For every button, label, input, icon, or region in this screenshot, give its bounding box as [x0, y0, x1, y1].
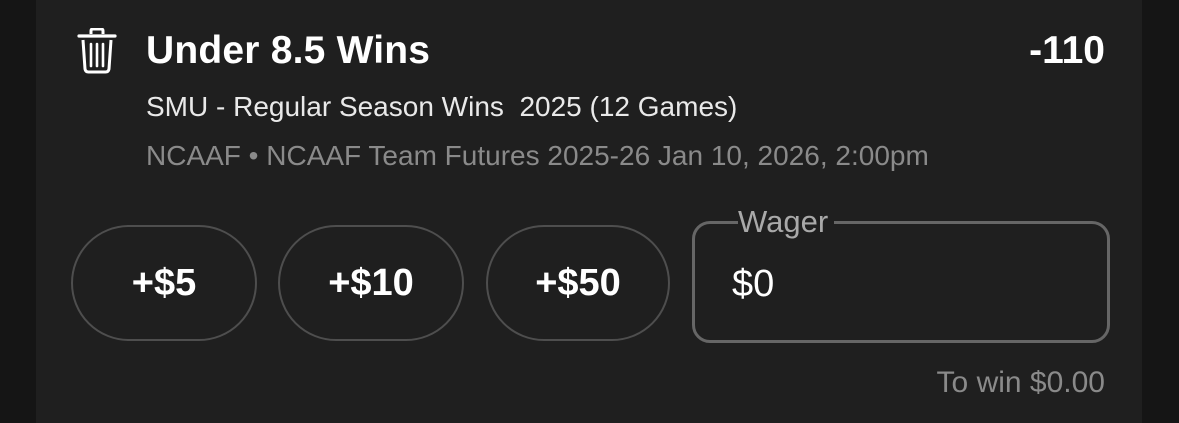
- bet-odds: -110: [1029, 29, 1105, 72]
- bet-meta: NCAAF • NCAAF Team Futures 2025-26 Jan 1…: [146, 140, 929, 171]
- add-5-button[interactable]: +$5: [71, 225, 257, 341]
- bet-title: Under 8.5 Wins: [146, 29, 431, 72]
- bet-subtitle: SMU - Regular Season Wins 2025 (12 Games…: [146, 91, 738, 122]
- wager-label: Wager: [738, 204, 835, 240]
- add-50-button[interactable]: +$50: [486, 225, 670, 341]
- add-10-button[interactable]: +$10: [278, 225, 464, 341]
- trash-icon[interactable]: [76, 27, 118, 74]
- wager-value[interactable]: $0: [732, 262, 774, 306]
- to-win-text: To win $0.00: [936, 366, 1105, 399]
